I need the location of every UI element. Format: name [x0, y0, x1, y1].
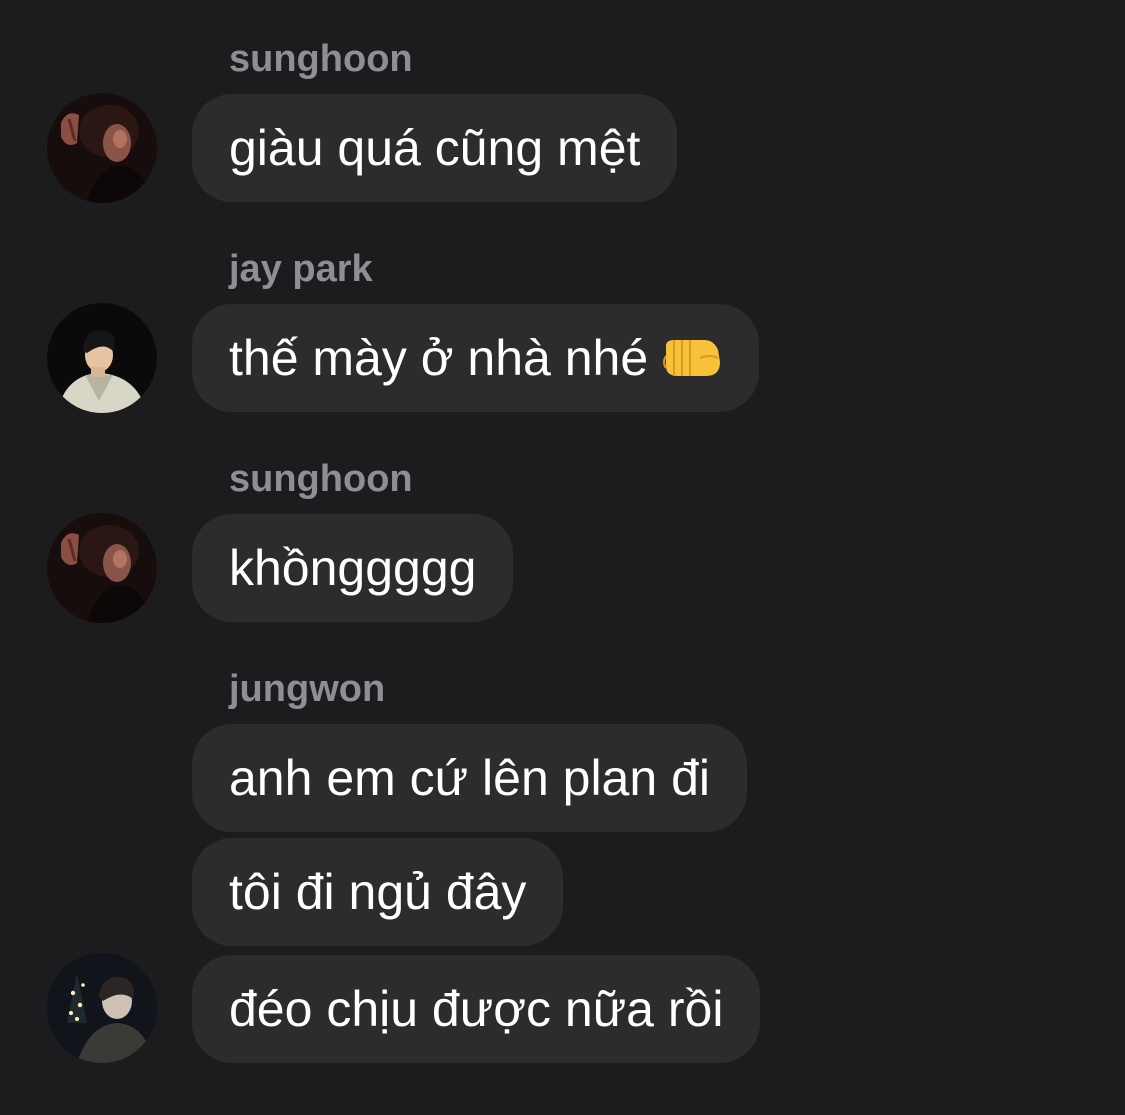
sender-name: sunghoon — [229, 38, 413, 80]
avatar-jungwon[interactable] — [47, 953, 157, 1063]
left-facing-fist-icon — [663, 339, 721, 376]
message-bubble[interactable]: đéo chịu được nữa rồi — [192, 955, 761, 1063]
message-text: thế mày ở nhà nhé — [229, 330, 649, 386]
message-bubble[interactable]: khồnggggg — [192, 514, 514, 622]
message-bubble[interactable]: tôi đi ngủ đây — [192, 838, 564, 946]
sender-name: jungwon — [229, 668, 386, 710]
avatar-sunghoon[interactable] — [47, 93, 157, 203]
sender-name: jay park — [229, 248, 373, 290]
message-bubble[interactable]: giàu quá cũng mệt — [192, 94, 678, 202]
avatar-jay-park[interactable] — [47, 303, 157, 413]
message-bubble[interactable]: anh em cứ lên plan đi — [192, 724, 747, 832]
sender-name: sunghoon — [229, 458, 413, 500]
message-bubble[interactable]: thế mày ở nhà nhé — [192, 304, 760, 412]
avatar-sunghoon[interactable] — [47, 513, 157, 623]
